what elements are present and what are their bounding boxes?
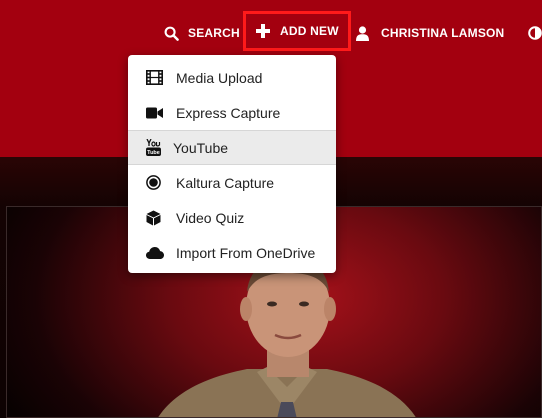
contrast-icon <box>528 26 542 40</box>
record-icon <box>146 175 161 190</box>
menu-item-express-capture[interactable]: Express Capture <box>128 95 336 130</box>
search-icon <box>164 26 179 41</box>
svg-text:Tube: Tube <box>147 150 160 156</box>
menu-item-youtube[interactable]: Tube YouTube <box>128 130 336 165</box>
search-label: SEARCH <box>188 26 240 40</box>
user-menu-button[interactable]: CHRISTINA LAMSON <box>356 18 504 48</box>
menu-item-label: Kaltura Capture <box>176 174 275 191</box>
menu-item-video-quiz[interactable]: Video Quiz <box>128 200 336 235</box>
add-new-dropdown: Media Upload Express Capture Tube YouTub… <box>128 55 336 273</box>
search-button[interactable]: SEARCH <box>164 18 240 48</box>
menu-item-media-upload[interactable]: Media Upload <box>128 60 336 95</box>
menu-item-label: Import From OneDrive <box>176 244 316 261</box>
menu-item-label: YouTube <box>173 139 229 156</box>
add-new-button[interactable]: ADD NEW <box>243 11 351 51</box>
menu-item-label: Media Upload <box>176 69 263 86</box>
youtube-icon: Tube <box>146 139 161 156</box>
cube-icon <box>146 210 161 225</box>
menu-item-import-onedrive[interactable]: Import From OneDrive <box>128 235 336 270</box>
video-camera-icon <box>146 107 163 118</box>
film-icon <box>146 70 163 85</box>
menu-item-label: Express Capture <box>176 104 281 121</box>
contrast-toggle[interactable] <box>528 18 542 48</box>
plus-icon <box>256 24 270 38</box>
add-new-label: ADD NEW <box>280 24 339 38</box>
user-icon <box>356 25 369 41</box>
menu-item-kaltura-capture[interactable]: Kaltura Capture <box>128 165 336 200</box>
menu-item-label: Video Quiz <box>176 209 245 226</box>
user-name: CHRISTINA LAMSON <box>381 26 505 40</box>
cloud-icon <box>146 246 164 259</box>
